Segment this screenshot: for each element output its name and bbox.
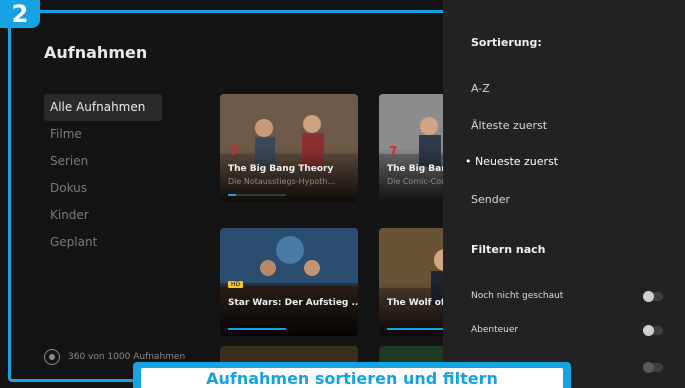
- tile-title: Star Wars: Der Aufstieg ...: [228, 298, 358, 308]
- sort-heading: Sortierung:: [471, 36, 542, 49]
- tile-subtitle: Die Notausstiegs-Hypoth...: [228, 177, 336, 186]
- progress-bar: [387, 328, 445, 330]
- tile-title: The Big Bang Theory: [228, 164, 334, 174]
- disk-icon: [44, 349, 60, 365]
- sort-option-newest-first[interactable]: • Neueste zuerst: [465, 155, 558, 168]
- recording-tile[interactable]: HD Star Wars: Der Aufstieg ...: [220, 228, 358, 336]
- channel-logo: 7: [230, 144, 239, 158]
- hd-badge: HD: [228, 281, 244, 288]
- channel-logo: 7: [389, 144, 398, 158]
- nav-item-filme[interactable]: Filme: [44, 121, 162, 148]
- filter-toggle[interactable]: [643, 361, 663, 373]
- nav-item-dokus[interactable]: Dokus: [44, 175, 162, 202]
- page-title: Aufnahmen: [44, 43, 148, 62]
- step-number-badge: 2: [0, 0, 40, 28]
- sort-option-a-z[interactable]: A-Z: [471, 82, 490, 95]
- nav-item-geplant[interactable]: Geplant: [44, 229, 162, 256]
- progress-bar: [228, 194, 236, 196]
- filter-heading: Filtern nach: [471, 243, 546, 256]
- nav-item-kinder[interactable]: Kinder: [44, 202, 162, 229]
- caption-banner: Aufnahmen sortieren und filtern: [133, 362, 571, 388]
- screenshot: Aufnahmen Alle Aufnahmen Filme Serien Do…: [0, 0, 685, 388]
- filter-row-unwatched[interactable]: Noch nicht geschaut: [471, 288, 663, 304]
- sort-option-oldest-first[interactable]: Älteste zuerst: [471, 119, 547, 132]
- filter-label: Noch nicht geschaut: [471, 291, 564, 301]
- sort-option-channel[interactable]: Sender: [471, 193, 510, 206]
- category-nav: Alle Aufnahmen Filme Serien Dokus Kinder…: [44, 94, 162, 256]
- caption-box: Aufnahmen sortieren und filtern: [141, 368, 563, 388]
- filter-toggle[interactable]: [643, 290, 663, 302]
- filter-toggle[interactable]: [643, 324, 663, 336]
- storage-count-label: 360 von 1000 Aufnahmen: [68, 352, 186, 362]
- recording-tile[interactable]: 7 The Big Bang Theory Die Notausstiegs-H…: [220, 94, 358, 202]
- tile-subtitle: Die Comic-Con-: [387, 177, 450, 186]
- progress-bar: [228, 328, 286, 330]
- progress-track: [228, 194, 286, 196]
- nav-item-alle-aufnahmen[interactable]: Alle Aufnahmen: [44, 94, 162, 121]
- filter-label: Abenteuer: [471, 325, 519, 335]
- filter-row-adventure[interactable]: Abenteuer: [471, 322, 663, 338]
- nav-item-serien[interactable]: Serien: [44, 148, 162, 175]
- caption-text: Aufnahmen sortieren und filtern: [206, 369, 498, 388]
- sort-filter-panel: Sortierung: A-Z Älteste zuerst • Neueste…: [443, 0, 685, 388]
